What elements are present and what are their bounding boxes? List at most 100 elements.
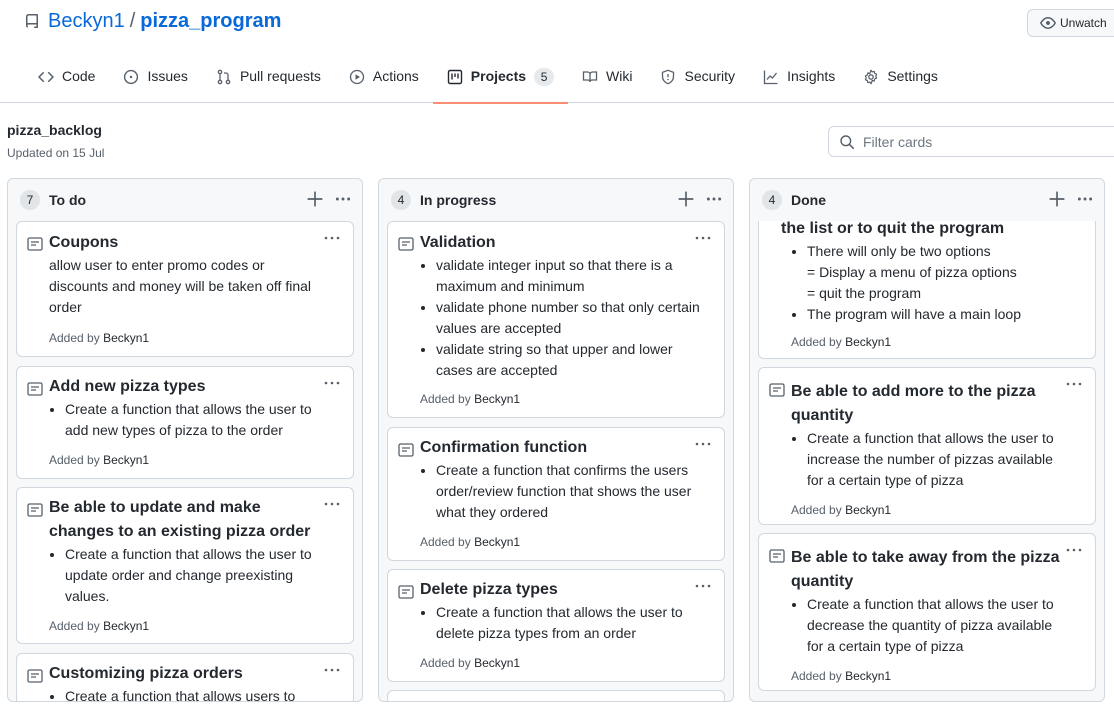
card-added-by: Added by Beckyn1	[791, 669, 891, 683]
add-card-icon[interactable]	[1048, 190, 1066, 208]
card-customizing-pizza-orders[interactable]: Customizing pizza orders Create a functi…	[16, 653, 354, 701]
unwatch-label: Unwatch	[1060, 16, 1107, 30]
card-remove-pizza-quantity[interactable]: Be able to take away from the pizza quan…	[758, 533, 1096, 691]
card-menu-icon[interactable]	[1065, 542, 1083, 558]
card-menu-icon[interactable]	[323, 496, 341, 512]
card-author[interactable]: Beckyn1	[474, 656, 520, 670]
card-bullet-list: Create a function that allows users to	[49, 686, 329, 701]
column-menu-icon[interactable]	[1076, 190, 1094, 208]
play-icon	[349, 69, 365, 85]
column-cards: Coupons allow user to enter promo codes …	[16, 221, 354, 701]
column-menu-icon[interactable]	[705, 190, 723, 208]
card-validation[interactable]: Validation validate integer input so tha…	[387, 221, 725, 418]
card-menu-icon[interactable]	[694, 578, 712, 594]
added-by-label: Added by	[49, 619, 100, 633]
card-bullet: Create a function that allows users to	[65, 686, 329, 701]
graph-icon	[763, 70, 778, 85]
card-menu-icon[interactable]	[694, 436, 712, 452]
note-icon	[398, 443, 414, 457]
card-author[interactable]: Beckyn1	[103, 453, 149, 467]
card-author[interactable]: Beckyn1	[474, 392, 520, 406]
card-author[interactable]: Beckyn1	[103, 331, 149, 345]
card-sub-line: = quit the program	[807, 285, 922, 301]
card-added-by: Added by Beckyn1	[791, 335, 891, 349]
card-update-pizza-order[interactable]: Be able to update and make changes to an…	[16, 487, 354, 644]
card-bullet-list: Create a function that allows the user t…	[420, 602, 700, 644]
card-author[interactable]: Beckyn1	[474, 535, 520, 549]
card-bullet: There will only be two options	[807, 241, 1071, 262]
card-title: Customizing pizza orders	[49, 665, 243, 682]
added-by-label: Added by	[49, 331, 100, 345]
card-author[interactable]: Beckyn1	[845, 335, 891, 349]
card-add-pizza-quantity[interactable]: Be able to add more to the pizza quantit…	[758, 367, 1096, 525]
column-title: Done	[791, 192, 826, 208]
card-menu-icon[interactable]	[323, 375, 341, 391]
add-card-icon[interactable]	[306, 190, 324, 208]
note-icon	[769, 549, 785, 563]
card-coupons[interactable]: Coupons allow user to enter promo codes …	[16, 221, 354, 357]
card-title: Delete pizza types	[420, 581, 558, 598]
tab-security[interactable]: Security	[646, 58, 749, 103]
card-title: Be able to take away from the pizza quan…	[791, 549, 1060, 590]
card-author[interactable]: Beckyn1	[845, 669, 891, 683]
tab-settings[interactable]: Settings	[849, 58, 952, 103]
card-added-by: Added by Beckyn1	[49, 331, 149, 345]
card-menu-icon[interactable]	[323, 230, 341, 246]
repo-owner-link[interactable]: Beckyn1	[48, 10, 125, 33]
card-bullet: The program will have a main loop	[807, 304, 1071, 325]
tab-projects[interactable]: Projects 5	[432, 58, 569, 104]
repo-separator: /	[129, 10, 136, 32]
card-title: Validation	[420, 234, 496, 251]
tab-wiki[interactable]: Wiki	[568, 58, 646, 103]
filter-cards-field[interactable]	[828, 126, 1114, 157]
tab-security-label: Security	[684, 68, 736, 84]
tab-code[interactable]: Code	[24, 58, 109, 103]
project-updated-text: Updated on 15 Jul	[7, 146, 105, 160]
added-by-label: Added by	[420, 656, 471, 670]
tab-projects-label: Projects	[470, 68, 527, 84]
card-author[interactable]: Beckyn1	[845, 503, 891, 517]
card-added-by: Added by Beckyn1	[420, 392, 520, 406]
projects-count-badge: 5	[534, 68, 555, 86]
card-added-by: Added by Beckyn1	[49, 619, 149, 633]
card-title: the list or to quit the program	[781, 221, 1005, 237]
card-author[interactable]: Beckyn1	[103, 619, 149, 633]
issue-opened-icon	[124, 69, 139, 85]
card-title: Add new pizza types	[49, 378, 206, 395]
column-card-count: 4	[391, 190, 411, 210]
card-title: Confirmation function	[420, 439, 588, 456]
column-menu-icon[interactable]	[334, 190, 352, 208]
card-added-by: Added by Beckyn1	[791, 503, 891, 517]
card-partial[interactable]	[387, 690, 725, 701]
card-bullet: validate string so that upper and lower …	[436, 339, 700, 381]
note-icon	[27, 503, 43, 517]
added-by-label: Added by	[791, 335, 842, 349]
unwatch-button[interactable]: Unwatch	[1027, 9, 1114, 37]
add-card-icon[interactable]	[677, 190, 695, 208]
card-menu-icon[interactable]	[1065, 376, 1083, 392]
tab-wiki-label: Wiki	[606, 68, 633, 84]
card-bullet-list: Create a function that allows the user t…	[791, 428, 1071, 491]
card-delete-pizza-types[interactable]: Delete pizza types Create a function tha…	[387, 569, 725, 682]
tab-settings-label: Settings	[887, 68, 938, 84]
tab-pull-requests[interactable]: Pull requests	[202, 58, 335, 103]
note-icon	[27, 382, 43, 396]
repo-name-link[interactable]: pizza_program	[140, 10, 281, 33]
card-bullet: Create a function that allows the user t…	[807, 428, 1071, 491]
card-add-new-pizza-types[interactable]: Add new pizza types Create a function th…	[16, 366, 354, 479]
card-menu-icon[interactable]	[323, 662, 341, 678]
column-done: 4 Done the list or to quit the program T…	[749, 178, 1105, 702]
card-main-menu[interactable]: the list or to quit the program There wi…	[758, 221, 1096, 359]
column-card-count: 4	[762, 190, 782, 210]
repo-icon	[25, 13, 38, 28]
card-menu-icon[interactable]	[694, 230, 712, 246]
tab-insights[interactable]: Insights	[749, 58, 849, 103]
filter-cards-input[interactable]	[863, 133, 1103, 150]
added-by-label: Added by	[420, 392, 471, 406]
card-bullet-list: Create a function that confirms the user…	[420, 460, 700, 523]
tab-issues[interactable]: Issues	[109, 58, 201, 103]
card-note-text: allow user to enter promo codes or disco…	[49, 257, 312, 315]
tab-actions[interactable]: Actions	[335, 58, 433, 103]
code-icon	[38, 71, 54, 83]
card-confirmation-function[interactable]: Confirmation function Create a function …	[387, 427, 725, 561]
